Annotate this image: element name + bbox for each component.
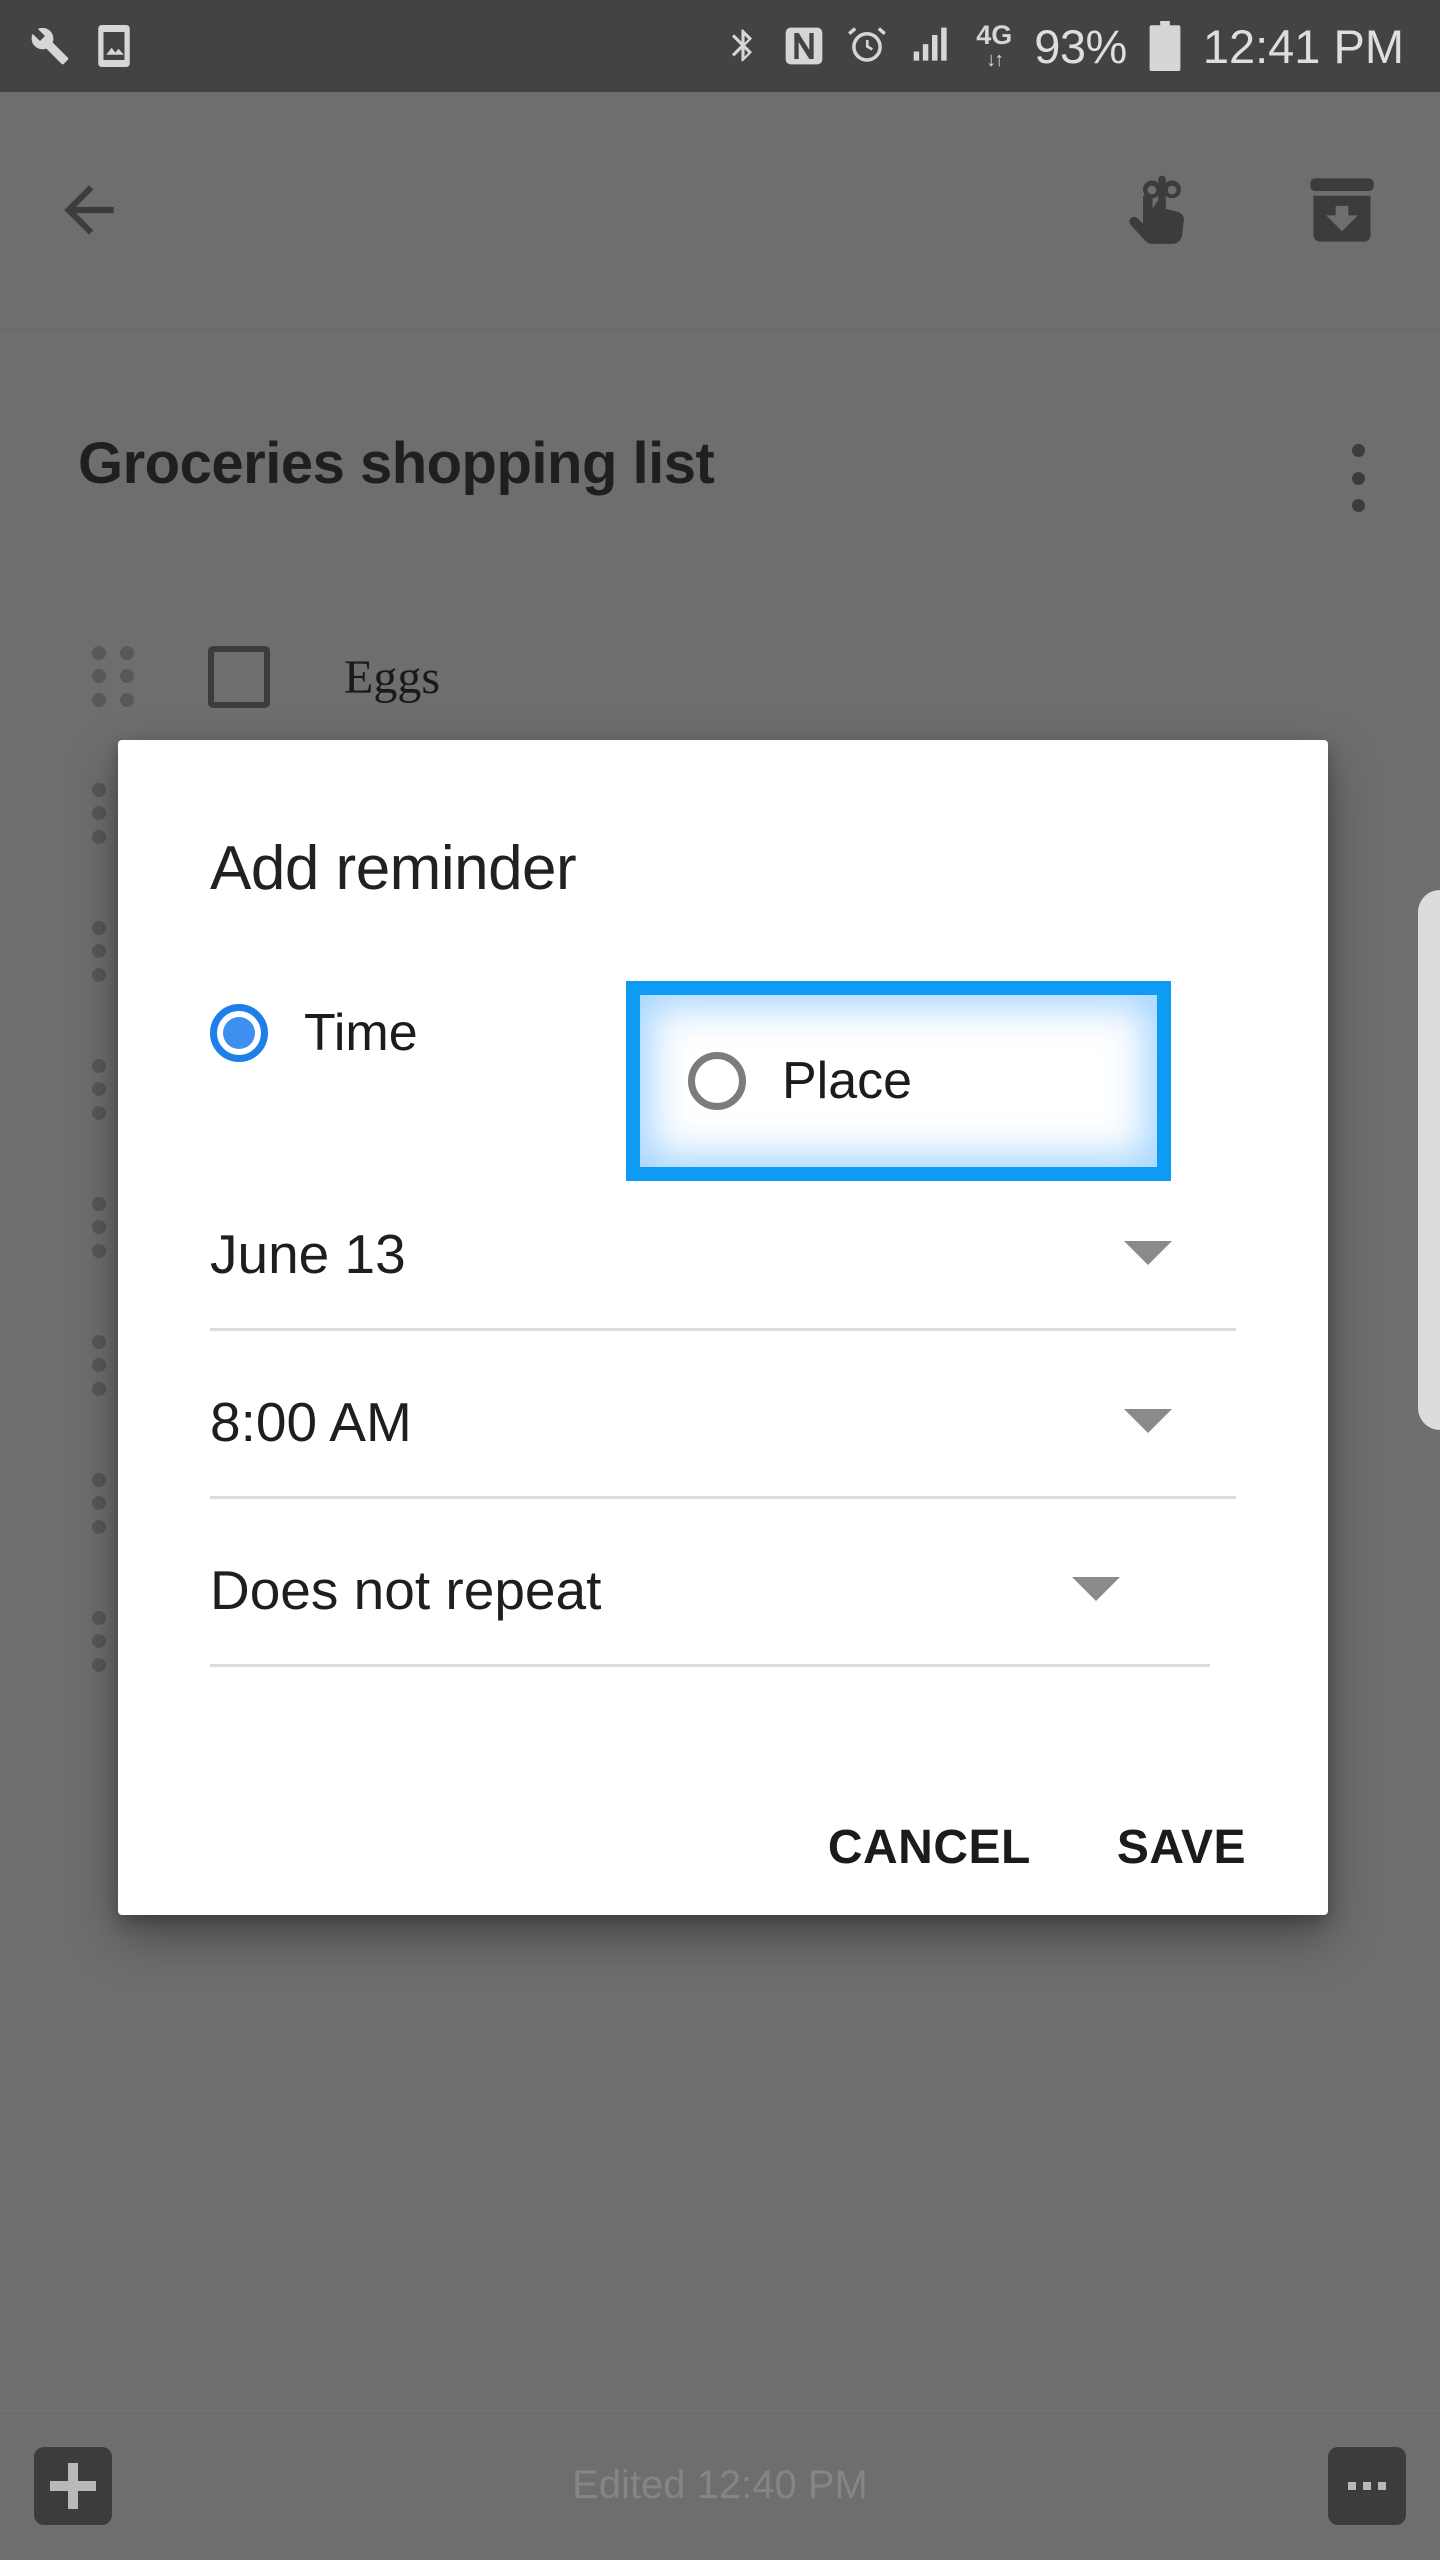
wrench-icon [30,26,70,66]
alarm-icon [846,23,888,69]
radio-place-label: Place [782,1052,913,1110]
back-arrow-icon[interactable] [52,173,126,247]
date-value: June 13 [210,1223,406,1285]
field-underline [210,1496,1236,1499]
clock-label: 12:41 PM [1202,19,1404,73]
bluetooth-icon [724,23,762,69]
data-arrows-icon: ↓↑ [986,49,1004,71]
note-title[interactable]: Groceries shopping list [78,430,715,497]
status-bar-right: 4G ↓↑ 93% 12:41 PM [724,19,1440,74]
scroll-indicator[interactable] [1418,890,1440,1430]
cancel-button[interactable]: CANCEL [828,1820,1031,1875]
chevron-down-icon[interactable] [1124,1241,1172,1265]
list-item-label[interactable]: Eggs [344,650,440,705]
chevron-down-icon[interactable] [1124,1409,1172,1433]
bottom-bar: Edited 12:40 PM [0,2410,1440,2560]
dialog-actions: CANCEL SAVE [828,1820,1246,1875]
signal-icon [910,24,954,68]
repeat-value: Does not repeat [210,1559,602,1621]
field-underline [210,1328,1236,1331]
save-button[interactable]: SAVE [1117,1820,1246,1875]
item-checkbox[interactable] [208,646,270,708]
radio-time-label: Time [304,1004,418,1062]
chevron-down-icon[interactable] [1072,1577,1120,1601]
status-bar-left [0,25,132,67]
note-overflow-menu-icon[interactable] [1328,438,1388,518]
radio-option-time[interactable]: Time [210,1003,418,1063]
time-select[interactable]: 8:00 AM [210,1333,1236,1499]
time-value: 8:00 AM [210,1391,412,1453]
list-item[interactable]: Eggs [0,618,1440,736]
repeat-select[interactable]: Does not repeat [210,1501,1210,1667]
reminder-type-group: Time Place [118,945,1328,1181]
network-type-label: 4G [976,20,1013,50]
date-select[interactable]: June 13 [210,1165,1236,1331]
battery-icon [1149,21,1181,71]
status-bar: 4G ↓↑ 93% 12:41 PM [0,0,1440,92]
add-reminder-dialog: Add reminder Time Place June 13 8:00 AM … [118,740,1328,1915]
field-underline [210,1664,1210,1667]
radio-option-place[interactable]: Place [626,981,1171,1181]
dialog-title: Add reminder [210,834,577,903]
archive-icon[interactable] [1304,172,1380,248]
reminder-icon[interactable] [1124,172,1200,248]
image-icon [96,25,132,67]
toolbar-actions [1124,172,1440,248]
nfc-icon [784,23,824,69]
app-toolbar [0,92,1440,329]
radio-place-icon[interactable] [688,1052,746,1110]
battery-percent-label: 93% [1034,19,1127,73]
radio-time-icon[interactable] [210,1004,268,1062]
network-type-indicator: 4G ↓↑ [976,20,1013,71]
edited-timestamp: Edited 12:40 PM [572,2463,868,2507]
drag-handle-icon[interactable] [92,646,136,708]
